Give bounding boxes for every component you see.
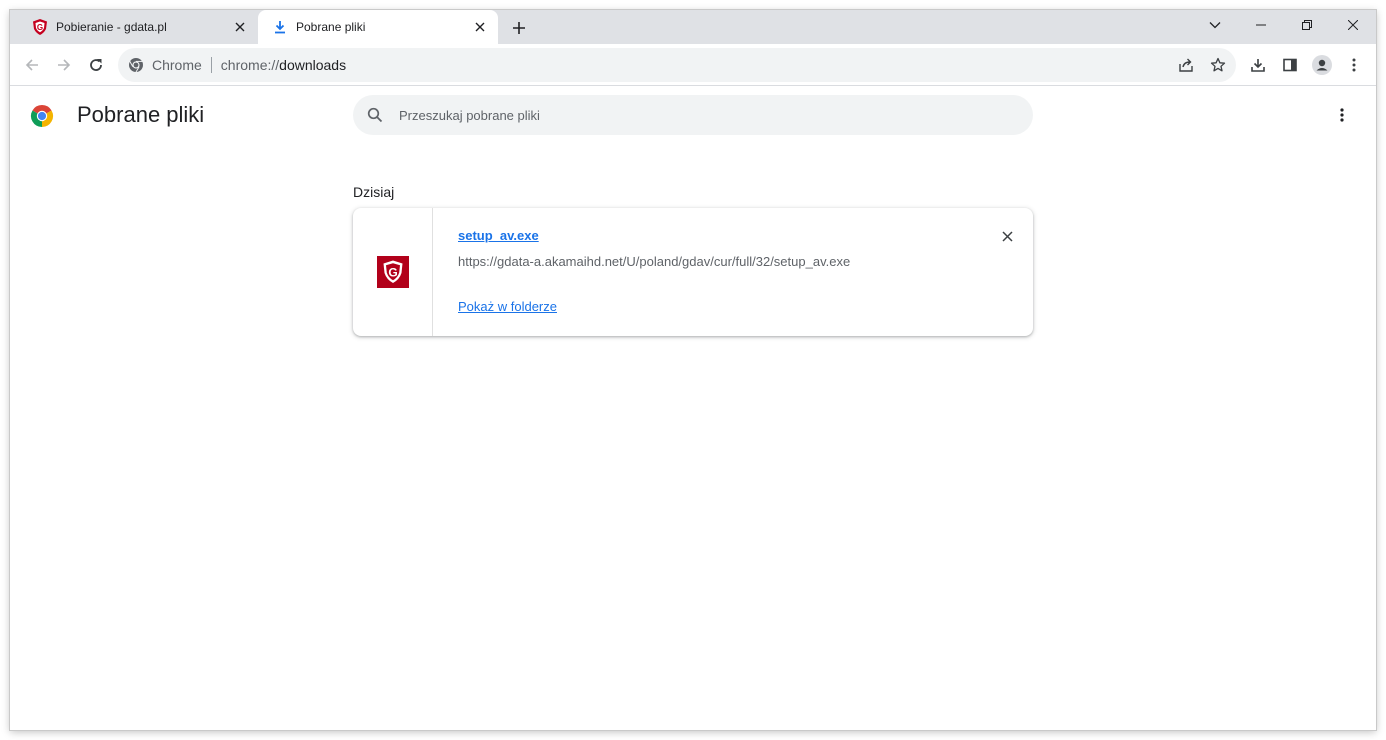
forward-button[interactable] <box>48 49 80 81</box>
search-box[interactable] <box>353 95 1033 135</box>
svg-text:G: G <box>388 266 397 280</box>
reload-button[interactable] <box>80 49 112 81</box>
downloads-button[interactable] <box>1242 49 1274 81</box>
toolbar: Chrome chrome:// downloads <box>10 44 1376 86</box>
share-icon <box>1179 58 1193 72</box>
share-button[interactable] <box>1170 49 1202 81</box>
page-title: Pobrane pliki <box>77 102 205 127</box>
download-icon <box>1251 59 1265 72</box>
tab-downloads[interactable]: Pobrane pliki <box>258 10 498 44</box>
svg-text:G: G <box>37 23 43 32</box>
chrome-menu-button[interactable] <box>1338 49 1370 81</box>
tab-title: Pobieranie - gdata.pl <box>56 20 167 34</box>
arrow-left-icon <box>25 59 38 71</box>
show-in-folder-link[interactable]: Pokaż w folderze <box>458 299 557 314</box>
bookmark-button[interactable] <box>1202 49 1234 81</box>
arrow-right-icon <box>58 59 71 71</box>
tab-close-icon[interactable] <box>232 19 248 35</box>
side-panel-button[interactable] <box>1274 49 1306 81</box>
close-icon <box>1348 20 1358 30</box>
close-icon <box>1001 230 1013 242</box>
tab-title: Pobrane pliki <box>296 20 366 34</box>
more-vert-icon <box>1340 108 1344 122</box>
omnibox-chip: Chrome <box>152 57 202 73</box>
chrome-logo-icon <box>30 104 54 128</box>
tab-close-icon[interactable] <box>472 19 488 35</box>
file-icon-column: G <box>353 208 433 336</box>
address-bar[interactable]: Chrome chrome:// downloads <box>118 48 1236 82</box>
download-item: G setup_av.exe https://gdata-a.akamaihd.… <box>353 208 1033 336</box>
url-scheme: chrome:// <box>220 57 280 73</box>
page-menu-button[interactable] <box>1330 103 1354 127</box>
downloads-page: Pobrane pliki Dzisiaj G setup_av.exe htt… <box>10 87 1376 730</box>
omnibox-separator <box>210 57 212 73</box>
star-icon <box>1210 57 1226 72</box>
back-button[interactable] <box>16 49 48 81</box>
browser-window: G Pobieranie - gdata.pl Pobrane pliki Ch… <box>10 10 1376 730</box>
url-host: downloads <box>279 57 347 73</box>
avatar-icon <box>1312 55 1332 75</box>
profile-button[interactable] <box>1306 49 1338 81</box>
minimize-icon <box>1256 24 1266 26</box>
new-tab-button[interactable] <box>508 17 530 39</box>
minimize-button[interactable] <box>1238 10 1284 40</box>
download-icon <box>272 19 288 35</box>
tab-search-button[interactable] <box>1192 10 1238 40</box>
chrome-site-icon <box>128 57 144 73</box>
side-panel-icon <box>1283 58 1297 72</box>
gdata-shield-icon: G <box>32 19 48 35</box>
more-vert-icon <box>1352 58 1356 72</box>
search-input[interactable] <box>399 107 999 123</box>
download-filename-link[interactable]: setup_av.exe <box>458 228 539 243</box>
remove-download-button[interactable] <box>997 226 1017 246</box>
download-source-url: https://gdata-a.akamaihd.net/U/poland/gd… <box>458 254 851 269</box>
search-icon <box>367 106 385 124</box>
gdata-shield-icon: G <box>376 256 409 288</box>
plus-icon <box>513 22 525 34</box>
restore-button[interactable] <box>1284 10 1330 40</box>
chevron-down-icon <box>1209 22 1221 29</box>
date-header: Dzisiaj <box>353 184 395 200</box>
close-window-button[interactable] <box>1330 10 1376 40</box>
tab-strip: G Pobieranie - gdata.pl Pobrane pliki <box>10 10 1376 44</box>
tab-gdata[interactable]: G Pobieranie - gdata.pl <box>18 10 258 44</box>
reload-icon <box>90 59 102 71</box>
restore-icon <box>1302 20 1312 30</box>
